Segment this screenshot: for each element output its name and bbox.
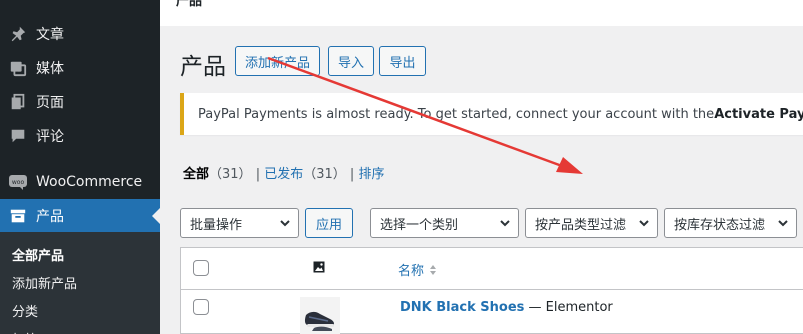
name-column-label: 名称 — [398, 264, 425, 279]
chevron-down-icon — [500, 220, 510, 227]
image-icon — [313, 261, 325, 273]
wp-admin-app: 文章 媒体 页面 评论 woo WooCommerce 产品 全部产品 添加新产… — [0, 0, 803, 334]
bulk-action-value: 批量操作 — [190, 217, 243, 233]
add-new-product-button[interactable]: 添加新产品 — [235, 46, 320, 76]
export-button[interactable]: 导出 — [379, 46, 426, 76]
row-checkbox[interactable] — [193, 299, 209, 315]
product-type-select[interactable]: 按产品类型过滤 — [525, 208, 658, 238]
view-published-count: （31） — [303, 167, 346, 182]
chevron-down-icon — [280, 220, 290, 227]
shoe-image — [300, 297, 340, 334]
name-column-header[interactable]: 名称 — [398, 260, 438, 279]
table-header: 名称 — [181, 248, 803, 290]
view-all[interactable]: 全部 — [183, 167, 209, 182]
product-name-link[interactable]: DNK Black Shoes — [400, 300, 524, 315]
category-select[interactable]: 选择一个类别 — [370, 208, 519, 238]
submenu-categories[interactable]: 分类 — [12, 301, 38, 320]
product-type-label: — Elementor — [524, 300, 613, 315]
submenu-all-products[interactable]: 全部产品 — [12, 245, 64, 264]
sort-icon — [430, 264, 437, 275]
table-row: DNK Black Shoes — Elementor — [181, 290, 803, 334]
sidebar-item-pages[interactable]: 页面 — [0, 85, 160, 119]
submenu-tags[interactable]: 标签 — [12, 329, 38, 334]
sidebar-item-label: 评论 — [36, 129, 64, 145]
admin-sidebar: 文章 媒体 页面 评论 woo WooCommerce 产品 全部产品 添加新产… — [0, 0, 160, 334]
page-icon — [8, 92, 28, 112]
sidebar-item-label: 媒体 — [36, 61, 64, 77]
apply-button[interactable]: 应用 — [305, 208, 353, 238]
chevron-down-icon — [778, 220, 788, 227]
products-submenu: 全部产品 添加新产品 分类 标签 — [0, 232, 160, 334]
sidebar-item-woocommerce[interactable]: woo WooCommerce — [0, 165, 160, 199]
sidebar-item-products[interactable]: 产品 — [0, 199, 160, 233]
category-value: 选择一个类别 — [380, 217, 459, 233]
view-separator: | — [251, 167, 265, 182]
sidebar-item-label: 文章 — [36, 27, 64, 43]
sidebar-item-label: WooCommerce — [36, 174, 143, 190]
svg-text:woo: woo — [12, 179, 25, 186]
pin-icon — [8, 24, 28, 44]
view-sort[interactable]: 排序 — [358, 167, 384, 182]
submenu-add-new-product[interactable]: 添加新产品 — [12, 273, 77, 292]
product-name-cell: DNK Black Shoes — Elementor — [400, 300, 613, 315]
products-table: 名称 DNK Black Shoes — Elementor — [180, 247, 803, 334]
stock-status-select[interactable]: 按库存状态过滤 — [664, 208, 797, 238]
woo-icon: woo — [8, 172, 28, 192]
main-content: 产品 添加新产品 导入 导出 PayPal Payments is almost… — [160, 26, 803, 334]
chevron-down-icon — [639, 220, 649, 227]
stock-status-value: 按库存状态过滤 — [674, 217, 766, 233]
sidebar-item-label: 产品 — [36, 209, 64, 225]
view-filters: 全部（31） | 已发布（31） | 排序 — [183, 163, 384, 182]
paypal-notice: PayPal Payments is almost ready. To get … — [180, 93, 803, 135]
sidebar-item-comments[interactable]: 评论 — [0, 119, 160, 153]
top-strip-text: 产品 — [176, 0, 203, 9]
sidebar-separator — [0, 153, 160, 163]
view-published[interactable]: 已发布 — [264, 167, 303, 182]
view-separator: | — [345, 167, 359, 182]
product-type-value: 按产品类型过滤 — [535, 217, 627, 233]
bulk-action-select[interactable]: 批量操作 — [180, 208, 299, 238]
notice-bold: Activate PayPal — [714, 106, 803, 122]
archive-icon — [8, 206, 28, 226]
select-all-checkbox[interactable] — [193, 260, 209, 276]
view-all-count: （31） — [209, 167, 252, 182]
sidebar-item-media[interactable]: 媒体 — [0, 51, 160, 85]
media-icon — [8, 58, 28, 78]
page-title: 产品 — [180, 54, 226, 80]
sidebar-item-label: 页面 — [36, 95, 64, 111]
sidebar-item-posts[interactable]: 文章 — [0, 17, 160, 51]
top-strip: 产品 — [160, 0, 803, 26]
import-button[interactable]: 导入 — [328, 46, 374, 76]
comment-icon — [8, 126, 28, 146]
product-thumbnail[interactable] — [300, 297, 340, 334]
notice-text: PayPal Payments is almost ready. To get … — [198, 106, 715, 122]
